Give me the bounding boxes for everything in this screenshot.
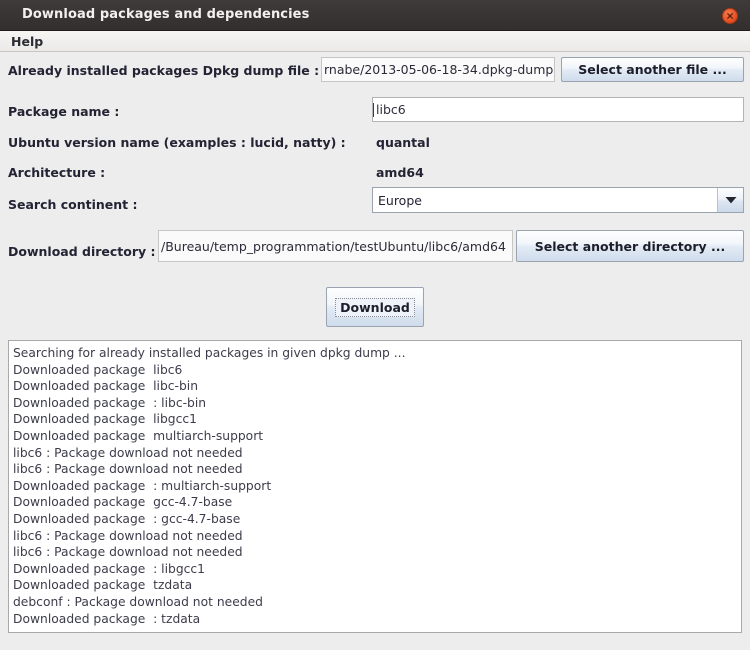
download-button-label: Download [335, 297, 415, 317]
dpkg-dump-label: Already installed packages Dpkg dump fil… [8, 63, 320, 78]
log-line: Downloaded package multiarch-support [13, 428, 264, 443]
log-lines: Searching for already installed packages… [13, 345, 741, 627]
search-continent-select[interactable]: Europe [372, 187, 744, 213]
dpkg-dump-input[interactable]: rnabe/2013-05-06-18-34.dpkg-dump [321, 57, 555, 82]
title-bar: Download packages and dependencies [0, 0, 750, 31]
menu-item-help[interactable]: Help [8, 34, 46, 49]
log-line: libc6 : Package download not needed [13, 462, 243, 477]
log-line: Downloaded package libgcc1 [13, 412, 197, 427]
select-another-file-label: Select another file ... [578, 62, 727, 77]
log-line: Downloaded package : gcc-4.7-base [13, 511, 241, 526]
log-line: Downloaded package : tzdata [13, 611, 201, 626]
log-line: Downloaded package libc6 [13, 362, 183, 377]
download-directory-input[interactable]: /Bureau/temp_programmation/testUbuntu/li… [158, 230, 513, 262]
log-line: Downloaded package : libgcc1 [13, 561, 205, 576]
ubuntu-version-value: quantal [376, 135, 430, 150]
download-directory-label: Download directory : [8, 244, 156, 259]
log-line: Downloaded package : multiarch-support [13, 478, 272, 493]
application-window: Download packages and dependencies Help … [0, 0, 750, 650]
architecture-label: Architecture : [8, 165, 106, 180]
select-another-directory-label: Select another directory ... [534, 238, 726, 254]
search-continent-value: Europe [373, 188, 717, 212]
menu-bar: Help [0, 31, 750, 52]
log-line: Downloaded package : libc-bin [13, 395, 207, 410]
log-line: libc6 : Package download not needed [13, 445, 243, 460]
package-name-input[interactable]: libc6 [372, 97, 744, 122]
ubuntu-version-label: Ubuntu version name (examples : lucid, n… [8, 135, 346, 150]
log-line: Downloaded package gcc-4.7-base [13, 495, 233, 510]
close-icon[interactable] [722, 8, 738, 24]
package-name-value: libc6 [376, 102, 406, 117]
select-another-directory-button[interactable]: Select another directory ... [516, 230, 744, 262]
main-panel: Already installed packages Dpkg dump fil… [0, 52, 750, 650]
dpkg-dump-value: rnabe/2013-05-06-18-34.dpkg-dump [324, 62, 554, 77]
search-continent-label: Search continent : [8, 197, 138, 212]
select-another-file-button[interactable]: Select another file ... [561, 57, 744, 82]
window-title: Download packages and dependencies [22, 7, 310, 22]
chevron-down-icon[interactable] [717, 188, 743, 212]
log-line: libc6 : Package download not needed [13, 545, 243, 560]
log-output-area[interactable]: Searching for already installed packages… [8, 340, 742, 633]
log-line: libc6 : Package download not needed [13, 528, 243, 543]
log-line: Downloaded package tzdata [13, 578, 193, 593]
download-button[interactable]: Download [326, 287, 424, 327]
log-line: Downloaded package libc-bin [13, 379, 198, 394]
package-name-label: Package name : [8, 104, 120, 119]
log-line: Searching for already installed packages… [13, 346, 406, 360]
download-directory-value: /Bureau/temp_programmation/testUbuntu/li… [161, 238, 506, 254]
architecture-value: amd64 [376, 165, 424, 180]
log-line: debconf : Package download not needed [13, 594, 263, 609]
